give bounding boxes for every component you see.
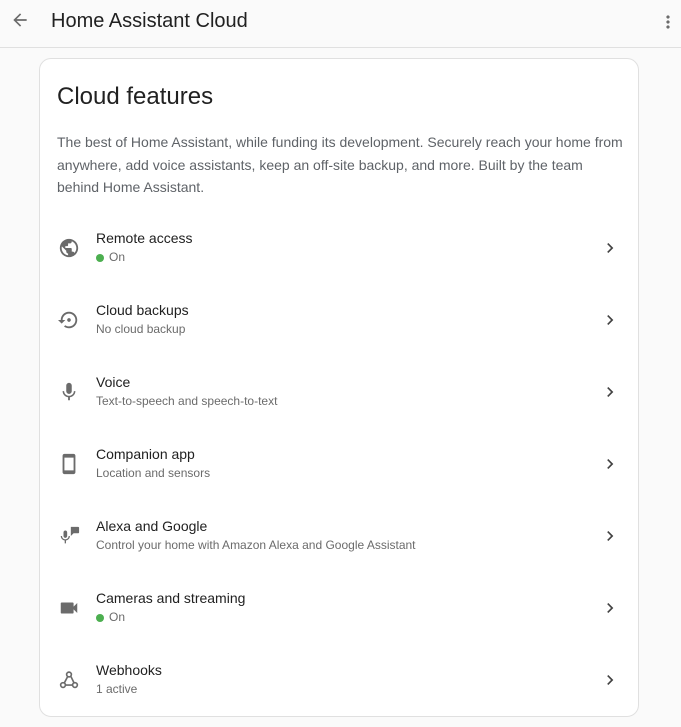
feature-label: Cloud backups: [96, 302, 189, 318]
feature-description: Control your home with Amazon Alexa and …: [96, 538, 416, 552]
chevron-right-icon: [600, 668, 620, 692]
status-on-dot: [96, 253, 104, 262]
chevron-right-icon: [600, 452, 620, 476]
feature-label: Alexa and Google: [96, 518, 208, 534]
feature-row-companion-app[interactable]: Companion app Location and sensors: [40, 428, 638, 500]
overflow-menu-button[interactable]: [655, 0, 681, 44]
voice-message-icon: [57, 524, 81, 548]
feature-description: No cloud backup: [96, 322, 186, 336]
feature-row-cloud-backups[interactable]: Cloud backups No cloud backup: [40, 284, 638, 356]
microphone-icon: [57, 380, 81, 404]
feature-row-remote-access[interactable]: Remote access On: [40, 212, 638, 284]
cellphone-icon: [57, 452, 81, 476]
feature-description: Text-to-speech and speech-to-text: [96, 394, 278, 408]
chevron-right-icon: [600, 596, 620, 620]
feature-label: Cameras and streaming: [96, 590, 246, 606]
feature-status-text: On: [109, 250, 126, 264]
card-title: Cloud features: [57, 83, 214, 110]
feature-description: Location and sensors: [96, 466, 211, 480]
feature-row-alexa-and-google[interactable]: Alexa and Google Control your home with …: [40, 500, 638, 572]
card-description: The best of Home Assistant, while fundin…: [57, 134, 623, 195]
feature-label: Voice: [96, 374, 131, 390]
globe-icon: [57, 236, 81, 260]
page-title: Home Assistant Cloud: [51, 10, 248, 32]
feature-label: Companion app: [96, 446, 195, 462]
feature-row-voice[interactable]: Voice Text-to-speech and speech-to-text: [40, 356, 638, 428]
arrow-left-icon: [10, 10, 30, 30]
feature-row-cameras-and-streaming[interactable]: Cameras and streaming On: [40, 572, 638, 644]
video-camera-icon: [57, 596, 81, 620]
feature-status-text: On: [109, 610, 126, 624]
backup-restore-icon: [57, 308, 81, 332]
feature-label: Webhooks: [96, 662, 162, 678]
feature-description: 1 active: [96, 682, 138, 696]
chevron-right-icon: [600, 380, 620, 404]
chevron-right-icon: [600, 236, 620, 260]
top-app-bar: Home Assistant Cloud: [0, 0, 681, 48]
webhook-icon: [57, 668, 81, 692]
more-vertical-icon: [658, 12, 678, 32]
chevron-right-icon: [600, 524, 620, 548]
chevron-right-icon: [600, 308, 620, 332]
feature-label: Remote access: [96, 230, 193, 246]
back-button[interactable]: [0, 0, 40, 40]
status-on-dot: [96, 613, 104, 622]
feature-row-webhooks[interactable]: Webhooks 1 active: [40, 644, 638, 716]
feature-status: On: [96, 610, 125, 625]
feature-status: On: [96, 250, 125, 265]
cloud-features-card: Cloud features The best of Home Assistan…: [39, 58, 639, 717]
